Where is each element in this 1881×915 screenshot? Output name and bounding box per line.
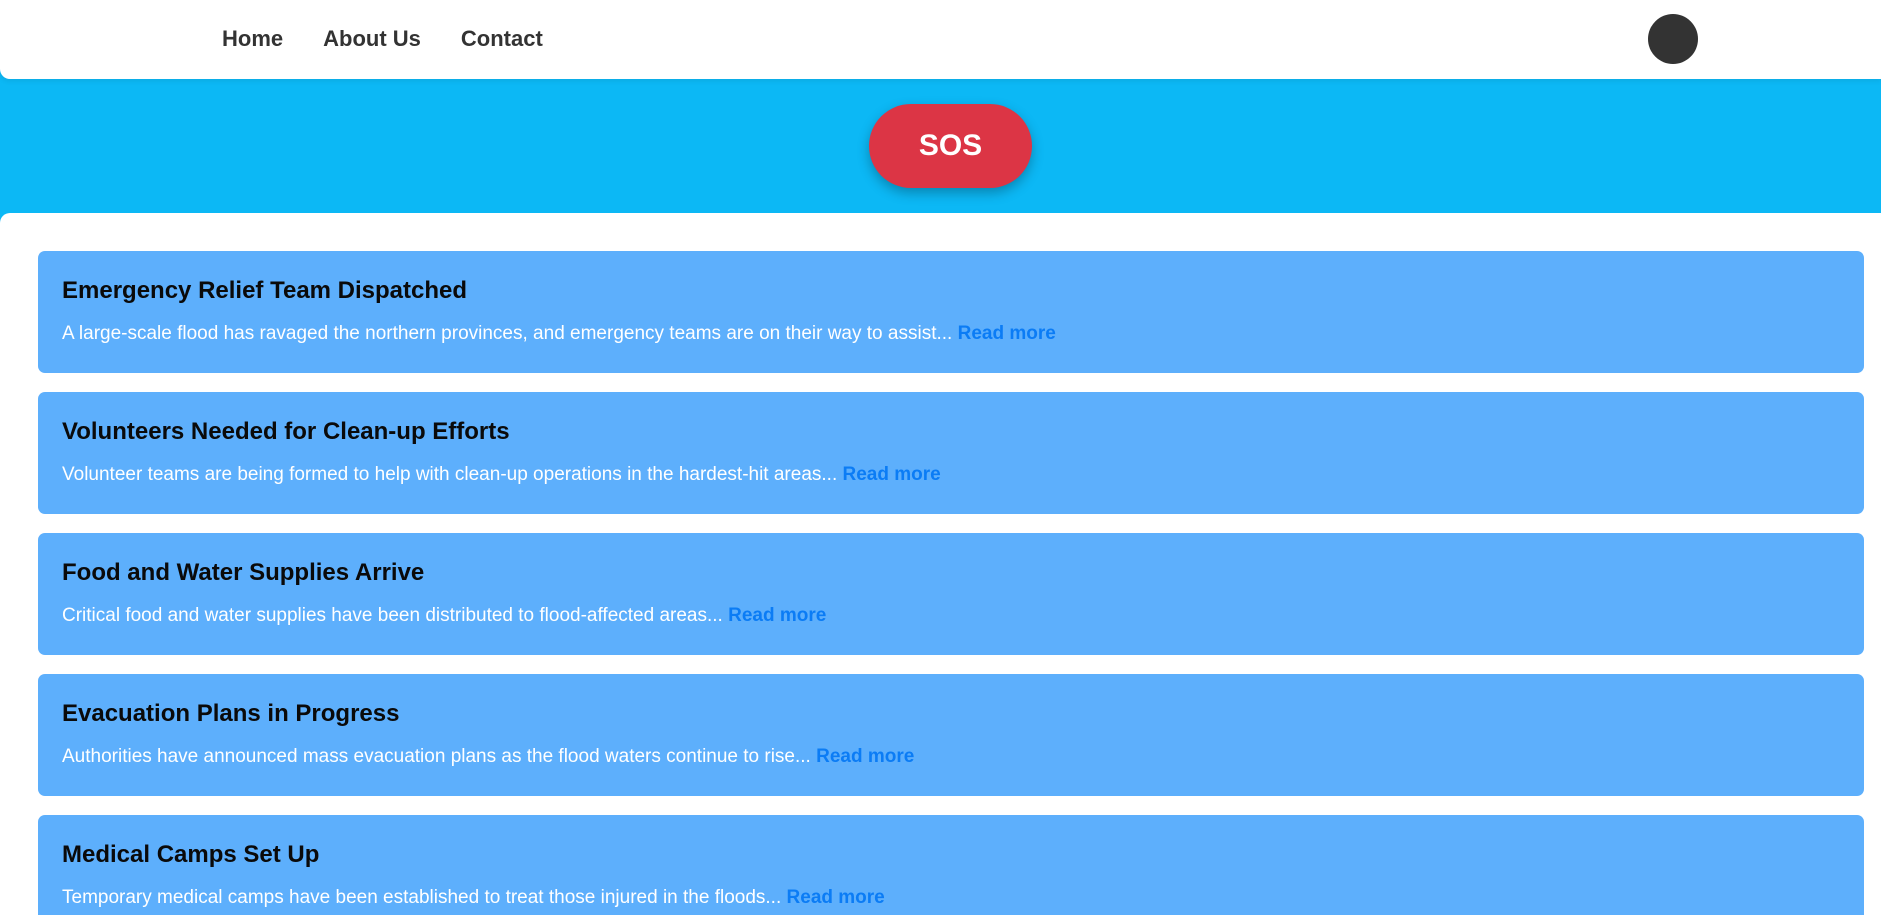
news-card: Evacuation Plans in Progress Authorities…	[38, 674, 1864, 796]
sos-button[interactable]: SOS	[869, 104, 1032, 188]
news-summary: Critical food and water supplies have be…	[62, 605, 1840, 627]
user-avatar[interactable]	[1648, 14, 1698, 64]
news-card: Volunteers Needed for Clean-up Efforts V…	[38, 392, 1864, 514]
news-summary-text: Authorities have announced mass evacuati…	[62, 746, 811, 767]
news-title: Emergency Relief Team Dispatched	[62, 277, 468, 304]
read-more-link[interactable]: Read more	[728, 605, 826, 626]
read-more-link[interactable]: Read more	[843, 464, 941, 485]
news-title: Evacuation Plans in Progress	[62, 700, 400, 727]
top-navbar: Home About Us Contact	[0, 0, 1881, 79]
news-list: Emergency Relief Team Dispatched A large…	[38, 251, 1864, 915]
read-more-link[interactable]: Read more	[816, 746, 914, 767]
news-card: Emergency Relief Team Dispatched A large…	[38, 251, 1864, 373]
nav-link-contact[interactable]: Contact	[461, 26, 543, 52]
read-more-link[interactable]: Read more	[958, 323, 1056, 344]
news-summary-text: Volunteer teams are being formed to help…	[62, 464, 838, 485]
news-summary-text: Temporary medical camps have been establ…	[62, 887, 782, 908]
news-section: Emergency Relief Team Dispatched A large…	[0, 213, 1881, 915]
news-summary-text: A large-scale flood has ravaged the nort…	[62, 323, 953, 344]
news-card: Medical Camps Set Up Temporary medical c…	[38, 815, 1864, 915]
news-summary: Temporary medical camps have been establ…	[62, 887, 1840, 909]
news-summary: A large-scale flood has ravaged the nort…	[62, 323, 1840, 345]
news-summary: Authorities have announced mass evacuati…	[62, 746, 1840, 768]
nav-link-about-us[interactable]: About Us	[323, 26, 421, 52]
read-more-link[interactable]: Read more	[787, 887, 885, 908]
nav-link-home[interactable]: Home	[222, 26, 283, 52]
nav-links: Home About Us Contact	[222, 26, 543, 52]
news-summary-text: Critical food and water supplies have be…	[62, 605, 723, 626]
news-card: Food and Water Supplies Arrive Critical …	[38, 533, 1864, 655]
news-title: Food and Water Supplies Arrive	[62, 559, 425, 586]
news-summary: Volunteer teams are being formed to help…	[62, 464, 1840, 486]
news-title: Volunteers Needed for Clean-up Efforts	[62, 418, 510, 445]
news-title: Medical Camps Set Up	[62, 841, 320, 868]
